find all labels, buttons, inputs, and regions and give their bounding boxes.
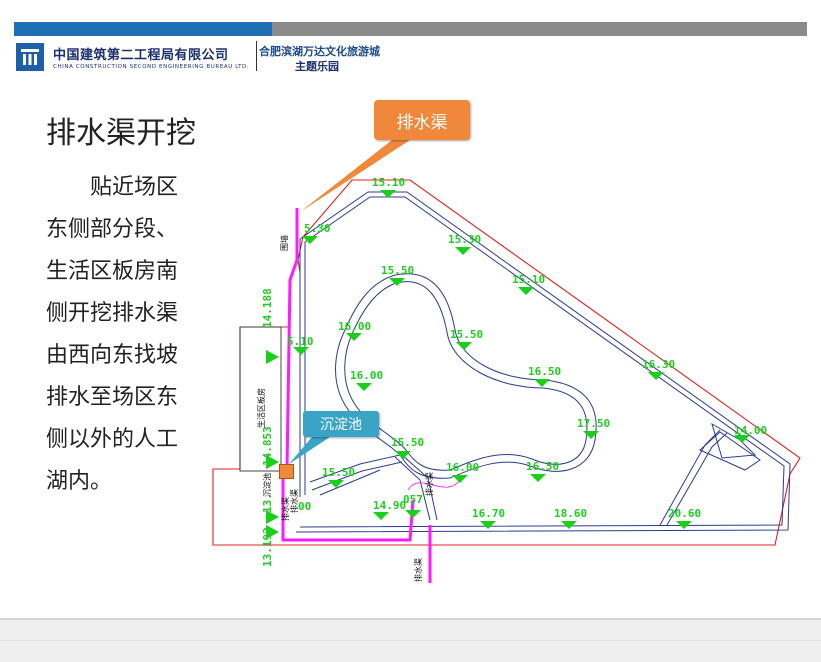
project-name-line2: 主题乐园 — [295, 60, 339, 73]
slide-footer — [0, 620, 821, 662]
body-line: 贴近场区 — [90, 175, 179, 200]
elev-label: 15.10 — [512, 273, 545, 286]
footer-inner-line — [0, 640, 821, 641]
elev-label: 5.10 — [287, 335, 314, 348]
company-name-cn: 中国建筑第二工程局有限公司 — [53, 48, 229, 63]
body-line: 东侧部分段、 — [46, 217, 179, 242]
elev-label: 16.50 — [528, 365, 561, 378]
body-line: 侧开挖排水渠 — [46, 301, 179, 326]
body-line: 由西向东找坡 — [46, 343, 179, 368]
living-area-label: 生活区板房 — [256, 388, 266, 428]
elev-label: 15.50 — [381, 264, 414, 277]
drain-label-mid: 排水渠 — [424, 472, 434, 496]
elevation-labels: 15.10 5.30 15.30 15.50 15.10 16.00 15.50… — [261, 176, 767, 567]
body-line: 生活区板房南 — [46, 259, 179, 284]
sedimentation-tank-marker — [279, 464, 294, 479]
header-separator — [256, 41, 257, 71]
sedimentation-label: 沉淀池 — [262, 473, 272, 497]
elevation-markers — [266, 190, 750, 539]
elev-label: 5.30 — [304, 222, 331, 235]
drain-label-south: 排水渠 — [413, 558, 423, 582]
elev-label: 14.90 — [373, 499, 406, 512]
elev-label: 16.70 — [472, 507, 505, 520]
body-line: 排水至场区东 — [46, 385, 179, 410]
creek-line — [407, 479, 461, 491]
elev-label: 15.50 — [391, 436, 424, 449]
elev-label: 15.30 — [448, 233, 481, 246]
drain-label-west: 排水渠 — [280, 497, 290, 521]
elev-label-vertical: 14.188 — [261, 288, 274, 328]
elev-label: 16.00 — [338, 320, 371, 333]
elev-label: 057 — [403, 493, 423, 506]
drain-label: 排水渠 — [289, 489, 299, 513]
elev-label: 16.30 — [642, 358, 675, 371]
callout-drain-channel: 排水渠 — [374, 100, 470, 140]
slide-title: 排水渠开挖 — [46, 116, 196, 151]
body-line: 侧以外的人工 — [46, 427, 179, 452]
site-boundary — [212, 179, 801, 546]
company-name-en: CHINA CONSTRUCTION SECOND ENGINEERING BU… — [53, 64, 250, 70]
fence-label: 围墙 — [279, 235, 289, 251]
elev-label: 15.10 — [372, 176, 405, 189]
site-drainage-map: 15.10 5.30 15.30 15.50 15.10 16.00 15.50… — [212, 140, 801, 583]
elev-label: 00 — [298, 500, 311, 513]
header-blue-bar — [14, 22, 272, 36]
elev-label: 16.50 — [526, 460, 559, 473]
elev-label: 16.00 — [350, 369, 383, 382]
project-name-line1: 合肥滨湖万达文化旅游城 — [259, 45, 380, 58]
elev-label-vertical: 13.192 — [261, 527, 274, 567]
header-gray-bar — [272, 22, 807, 36]
elev-label-vertical: 14.853 — [261, 426, 274, 466]
elev-label: 16.00 — [446, 461, 479, 474]
company-logo-icon — [16, 43, 44, 71]
elev-label: 14.00 — [734, 424, 767, 437]
elev-label: 18.60 — [554, 507, 587, 520]
body-line: 湖内。 — [46, 469, 113, 494]
elev-label: 15.50 — [322, 466, 355, 479]
slide-body-text: 贴近场区 东侧部分段、 生活区板房南 侧开挖排水渠 由西向东找坡 排水至场区东 … — [46, 167, 216, 503]
elev-label: 20.60 — [668, 507, 701, 520]
callout-sed-pointer — [289, 437, 330, 464]
perimeter-road — [295, 191, 791, 533]
elev-label: 15.50 — [450, 328, 483, 341]
callout-sedimentation-tank: 沉淀池 — [303, 411, 379, 437]
elev-label: 17.50 — [577, 417, 610, 430]
